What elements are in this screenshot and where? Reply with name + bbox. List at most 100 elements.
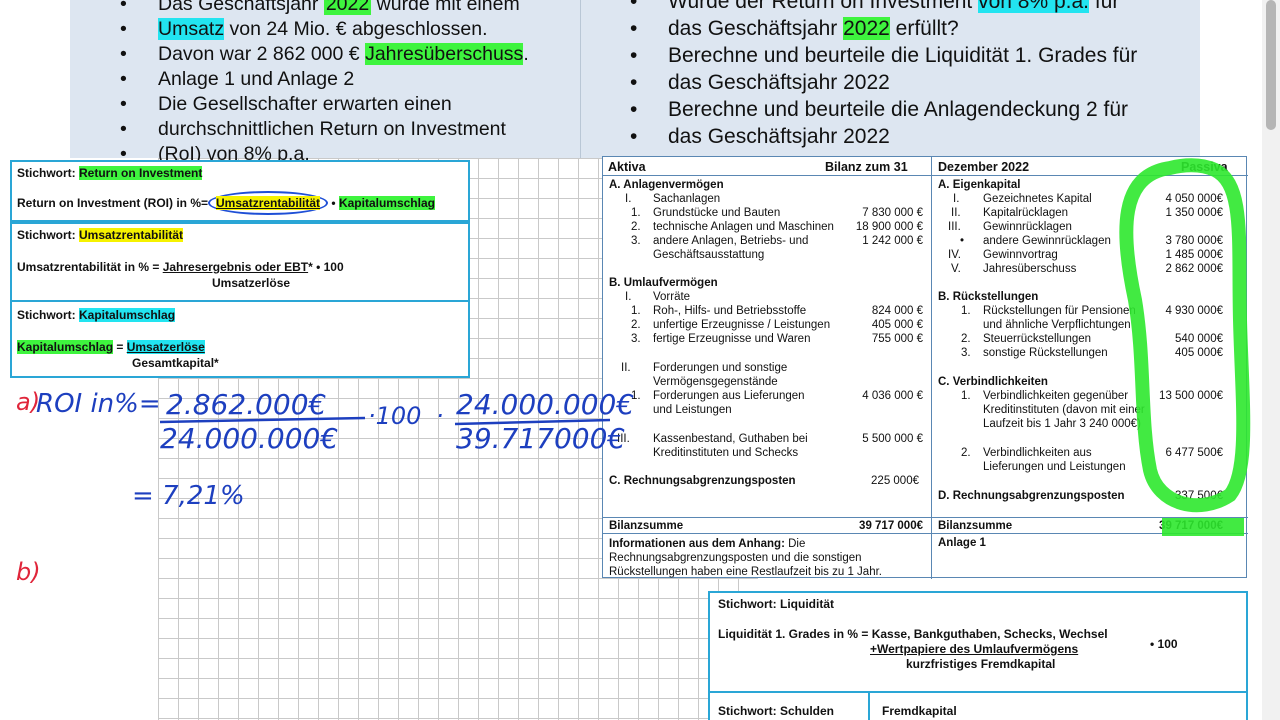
formula-box-liquiditaet: Stichwort: Liquidität Liquidität 1. Grad… bbox=[708, 591, 1248, 720]
passiva-item-cont: Kreditinstituten (davon mit einer bbox=[983, 404, 1145, 416]
aktiva-value: 4 036 000 € bbox=[862, 390, 923, 402]
question-anlagendeckung: Berechne und beurteile die Anlagendeckun… bbox=[580, 96, 1200, 123]
passiva-label: Passiva bbox=[1181, 160, 1228, 174]
aktiva-item: technische Anlagen und Maschinen bbox=[653, 221, 834, 233]
aktiva-value: 225 000€ bbox=[871, 475, 919, 487]
ku-formula: Kapitalumschlag = Umsatzerlöse bbox=[17, 340, 205, 354]
liq-separator bbox=[710, 691, 1246, 693]
liq-col-separator bbox=[868, 691, 870, 720]
formula-box-roi: Stichwort: Return on Investment Return o… bbox=[10, 160, 470, 222]
aktiva-item: Roh-, Hilfs- und Betriebsstoffe bbox=[653, 305, 807, 317]
aktiva-umlaufvermoegen: B. Umlaufvermögen bbox=[609, 277, 718, 289]
passiva-value: 3 780 000€ bbox=[1165, 235, 1223, 247]
roi-formula: Return on Investment (ROI) in %= Umsatzre… bbox=[17, 191, 435, 215]
scrollbar-thumb[interactable] bbox=[1266, 0, 1276, 130]
aktiva-item: unfertige Erzeugnisse / Leistungen bbox=[653, 319, 831, 331]
passiva-verbindlichkeiten: C. Verbindlichkeiten bbox=[938, 376, 1048, 388]
bullet: • bbox=[960, 235, 965, 247]
passiva-item: Verbindlichkeiten aus bbox=[983, 447, 1092, 459]
bilanzsumme-aktiva-label: Bilanzsumme bbox=[609, 520, 684, 532]
question-liquiditaet: Berechne und beurteile die Liquidität 1.… bbox=[580, 42, 1200, 69]
aktiva-vorraete: Vorräte bbox=[653, 291, 691, 303]
roman-numeral: II. bbox=[621, 362, 631, 374]
bilanz-title-date: Dezember 2022 bbox=[938, 160, 1030, 174]
passiva-item-cont: Laufzeit bis 1 Jahr 3 240 000€) bbox=[983, 418, 1141, 430]
bilanz-sum-line-bottom bbox=[603, 533, 1248, 534]
aktiva-value: 1 242 000 € bbox=[862, 235, 923, 247]
vertical-scrollbar[interactable] bbox=[1262, 0, 1280, 720]
item-number: 1. bbox=[631, 207, 641, 219]
task-list-right: Wurde der Return on Investment von 8% p.… bbox=[580, 0, 1200, 150]
aktiva-forderungen-cont: Vermögensgegenstände bbox=[653, 376, 778, 388]
item-number: 1. bbox=[961, 305, 971, 317]
liq-formula: Liquidität 1. Grades in % = Kasse, Bankg… bbox=[718, 627, 1108, 641]
aktiva-forderungen: Forderungen und sonstige bbox=[653, 362, 788, 374]
aktiva-item-cont: Geschäftsausstattung bbox=[653, 249, 765, 261]
task-item: Anlage 1 und Anlage 2 bbox=[70, 67, 580, 92]
item-number: 2. bbox=[631, 221, 641, 233]
ku-keyword: Stichwort: Kapitalumschlag bbox=[17, 308, 176, 322]
item-number: 1. bbox=[961, 390, 971, 402]
bilanzsumme-aktiva-value: 39 717 000€ bbox=[859, 520, 923, 532]
aktiva-value: 824 000 € bbox=[871, 305, 923, 317]
bilanzsumme-passiva-label: Bilanzsumme bbox=[938, 520, 1013, 532]
ku-denominator: Gesamtkapital* bbox=[132, 356, 219, 370]
bilanz-divider bbox=[931, 157, 932, 579]
roman-numeral: I. bbox=[625, 193, 632, 205]
task-item: Davon war 2 862 000 € Jahresüberschuss. bbox=[70, 42, 580, 67]
circled-term: Umsatzrentabilität bbox=[208, 191, 329, 215]
roman-numeral: II. bbox=[951, 207, 961, 219]
task-item-cont: durchschnittlichen Return on Investment bbox=[70, 117, 580, 142]
item-number: 1. bbox=[631, 390, 641, 402]
passiva-value: 1 485 000€ bbox=[1165, 249, 1223, 261]
roi-keyword: Stichwort: Return on Investment bbox=[17, 166, 203, 180]
formula-box-kapitalumschlag: Stichwort: Kapitalumschlag Kapitalumschl… bbox=[10, 300, 470, 378]
passiva-eigenkapital: A. Eigenkapital bbox=[938, 179, 1021, 191]
task-item: Das Geschäftsjahr 2022 wurde mit einem bbox=[70, 0, 580, 17]
liq-multiplier: • 100 bbox=[1150, 637, 1178, 651]
aktiva-label: Aktiva bbox=[608, 160, 646, 174]
schulden-keyword: Stichwort: Schulden bbox=[718, 704, 835, 718]
formula-box-umsatzrentabilitaet: Stichwort: Umsatzrentabilität Umsatzrent… bbox=[10, 222, 470, 302]
item-number: 2. bbox=[961, 447, 971, 459]
anhang-info: Informationen aus dem Anhang: Die Rechnun… bbox=[609, 538, 882, 578]
passiva-value: 2 862 000€ bbox=[1165, 263, 1223, 275]
bilanz-table: Aktiva Bilanz zum 31 Dezember 2022 Passi… bbox=[602, 156, 1248, 579]
aktiva-rap: C. Rechnungsabgrenzungsposten bbox=[609, 475, 796, 487]
passiva-value: 1 350 000€ bbox=[1165, 207, 1223, 219]
aktiva-anlagevermoegen: A. Anlagenvermögen bbox=[609, 179, 724, 191]
bilanz-sum-line-top bbox=[603, 517, 1248, 518]
passiva-item: Jahresüberschuss bbox=[983, 263, 1077, 275]
passiva-value: 13 500 000€ bbox=[1159, 390, 1223, 402]
bilanz-title: Bilanz zum 31 bbox=[825, 160, 908, 174]
liq-numerator-2: +Wertpapiere des Umlaufvermögens bbox=[870, 642, 1079, 656]
passiva-item: andere Gewinnrücklagen bbox=[983, 235, 1111, 247]
task-list-left: Das Geschäftsjahr 2022 wurde mit einem U… bbox=[70, 0, 580, 167]
hw-label-b: b) bbox=[16, 558, 41, 586]
fremdkapital-label: Fremdkapital bbox=[882, 704, 957, 718]
task-item-cont: Umsatz von 24 Mio. € abgeschlossen. bbox=[70, 17, 580, 42]
passiva-item-cont: Lieferungen und Leistungen bbox=[983, 461, 1126, 473]
item-number: 3. bbox=[961, 347, 971, 359]
passiva-item: Gewinnrücklagen bbox=[983, 221, 1072, 233]
ur-keyword: Stichwort: Umsatzrentabilität bbox=[17, 228, 184, 242]
roman-numeral: III. bbox=[617, 433, 630, 445]
aktiva-value: 7 830 000 € bbox=[862, 207, 923, 219]
aktiva-item-cont: und Leistungen bbox=[653, 404, 732, 416]
aktiva-value: 5 500 000 € bbox=[862, 433, 923, 445]
ur-formula: Umsatzrentabilität in % = Jahresergebnis… bbox=[17, 260, 344, 274]
anlage-label: Anlage 1 bbox=[938, 537, 986, 549]
passiva-value: 4 930 000€ bbox=[1165, 305, 1223, 317]
roman-numeral: III. bbox=[948, 221, 961, 233]
passiva-value: 4 050 000€ bbox=[1165, 193, 1223, 205]
item-number: 1. bbox=[631, 305, 641, 317]
passiva-item: Gezeichnetes Kapital bbox=[983, 193, 1092, 205]
aktiva-item: andere Anlagen, Betriebs- und bbox=[653, 235, 809, 247]
passiva-rap: D. Rechnungsabgrenzungsposten bbox=[938, 490, 1125, 502]
document-page: Das Geschäftsjahr 2022 wurde mit einem U… bbox=[0, 0, 1280, 720]
passiva-item: Steuerrückstellungen bbox=[983, 333, 1092, 345]
passiva-item: sonstige Rückstellungen bbox=[983, 347, 1108, 359]
passiva-item: Kapitalrücklagen bbox=[983, 207, 1069, 219]
ur-denominator: Umsatzerlöse bbox=[212, 276, 291, 290]
aktiva-item: Kassenbestand, Guthaben bei bbox=[653, 433, 808, 445]
